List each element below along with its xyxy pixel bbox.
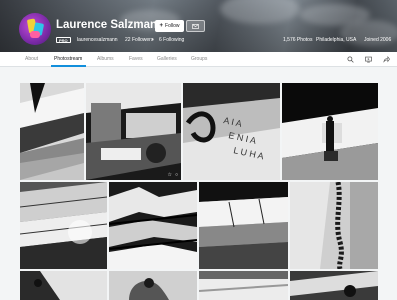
photo-thumbnail[interactable] [20, 271, 107, 300]
photo-thumbnail[interactable] [109, 182, 197, 269]
followers-count[interactable]: 22 Followers [125, 37, 153, 43]
mail-icon [192, 23, 199, 29]
follow-label: Follow [165, 23, 180, 29]
username: laurencesalzmann [77, 36, 118, 43]
photo-count: 1,576 Photos [283, 36, 313, 43]
photo-thumbnail[interactable] [199, 271, 288, 300]
photo-thumbnail[interactable] [282, 83, 378, 180]
tab-photostream[interactable]: Photostream [54, 56, 82, 62]
photo-thumbnail[interactable] [199, 182, 288, 269]
slideshow-icon[interactable] [365, 56, 372, 63]
photo-thumbnail[interactable] [290, 182, 378, 269]
follow-button[interactable]: + Follow [155, 20, 184, 32]
photo-thumbnail[interactable] [290, 271, 378, 300]
fave-icon[interactable]: ☆ [167, 172, 171, 178]
tab-albums[interactable]: Albums [97, 56, 114, 62]
share-icon[interactable] [383, 56, 390, 63]
avatar[interactable] [19, 13, 51, 45]
following-count[interactable]: 6 Following [159, 37, 184, 43]
joined-date: Joined 2006 [364, 36, 392, 43]
photo-thumbnail[interactable] [20, 83, 84, 180]
tab-about[interactable]: About [25, 56, 38, 62]
comment-icon[interactable]: ○ [175, 172, 178, 178]
pro-badge: PRO [56, 37, 71, 43]
tab-faves[interactable]: Faves [129, 56, 143, 62]
photo-thumbnail[interactable]: A I A E N I A L U H A [183, 83, 280, 180]
tab-galleries[interactable]: Galleries [157, 56, 177, 62]
active-tab-indicator [51, 65, 86, 67]
photo-thumbnail[interactable] [20, 182, 107, 269]
profile-name: Laurence Salzmann [56, 19, 165, 31]
photo-thumbnail[interactable] [109, 271, 197, 300]
plus-icon: + [159, 23, 164, 29]
photo-thumbnail[interactable]: ☆ ○ [86, 83, 181, 180]
flickr-profile-page: Laurence Salzmann + Follow PRO laurences… [0, 0, 397, 300]
tab-groups[interactable]: Groups [191, 56, 207, 62]
message-button[interactable] [186, 20, 205, 32]
bullet-separator: • [152, 36, 154, 43]
search-icon[interactable] [347, 56, 354, 63]
location: Philadelphia, USA [316, 36, 357, 43]
profile-nav: About Photostream Albums Faves Galleries… [0, 52, 397, 67]
